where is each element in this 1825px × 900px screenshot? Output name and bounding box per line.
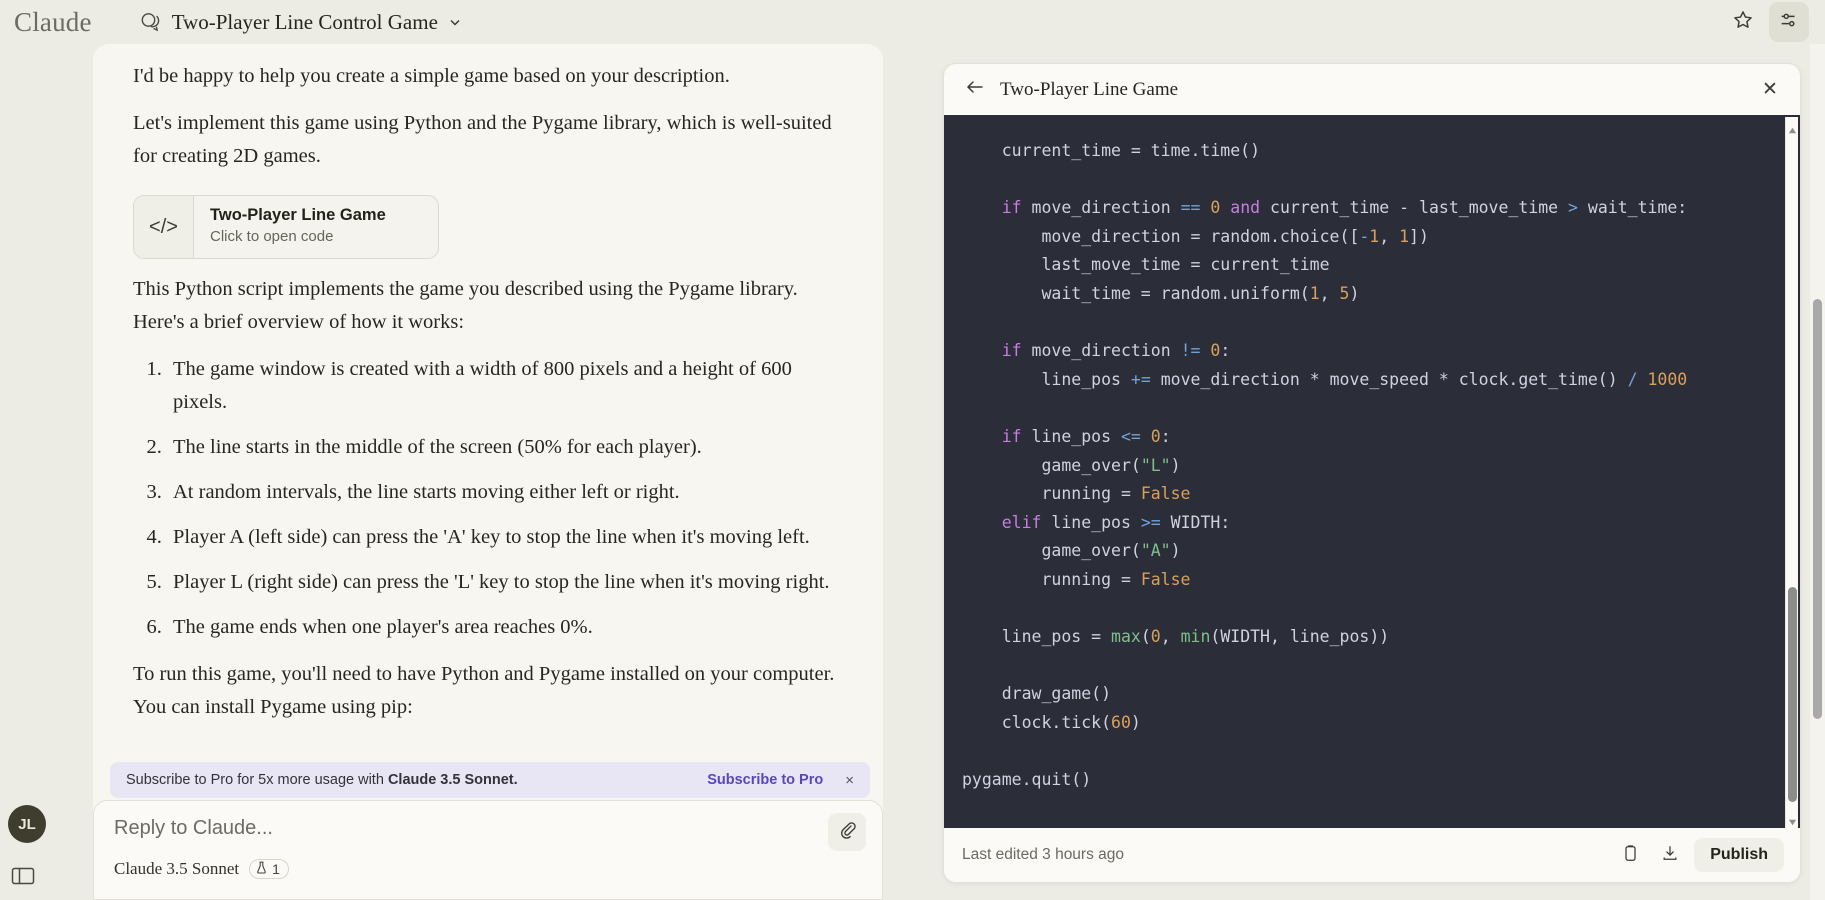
panel-toggle-icon[interactable] [10,864,36,888]
assistant-overview: This Python script implements the game y… [133,273,843,339]
artifact-panel-title: Two-Player Line Game [1000,79,1178,101]
page-scrollbar-thumb[interactable] [1813,299,1822,719]
star-button[interactable] [1723,2,1763,42]
status-badge[interactable]: 1 [249,859,289,879]
close-button[interactable]: ✕ [1758,78,1782,102]
download-icon [1661,844,1679,867]
artifact-card-text: Two-Player Line Game Click to open code [194,196,386,258]
code-content: current_time = time.time() if move_direc… [944,115,1801,817]
banner-text-bold: Claude 3.5 Sonnet. [388,772,518,788]
sliders-icon [1778,9,1800,36]
model-badge-count: 1 [272,861,280,877]
settings-button[interactable] [1769,2,1809,42]
overview-steps-list: The game window is created with a width … [167,353,843,644]
message-composer: Reply to Claude... Claude 3.5 Sonnet 1 [93,800,883,900]
list-item: At random intervals, the line starts mov… [167,476,843,509]
download-button[interactable] [1654,839,1686,871]
artifact-panel-header: Two-Player Line Game ✕ [944,64,1800,115]
code-scrollbar[interactable] [1785,117,1798,828]
brand-logo[interactable]: Claude [14,7,92,38]
list-item: Player L (right side) can press the 'L' … [167,566,843,599]
flask-icon [256,861,267,877]
artifact-panel-actions: Publish [1614,838,1784,872]
reply-input[interactable]: Reply to Claude... [114,817,273,840]
publish-button[interactable]: Publish [1694,838,1784,872]
chevron-down-icon [448,15,462,29]
arrow-left-icon [965,78,985,101]
arrow-up-icon[interactable] [1788,122,1797,131]
page-scrollbar[interactable] [1810,44,1825,900]
speech-bubbles-icon [140,12,162,32]
last-edited-text: Last edited 3 hours ago [962,846,1124,864]
copy-button[interactable] [1614,839,1646,871]
chat-title: Two-Player Line Control Game [172,10,438,35]
paperclip-icon [838,820,857,844]
chat-title-dropdown[interactable]: Two-Player Line Control Game [140,10,462,35]
clipboard-icon [1622,844,1639,867]
conversation-scroll: I'd be happy to help you create a simple… [93,44,883,804]
artifact-card-title: Two-Player Line Game [210,206,386,225]
model-name: Claude 3.5 Sonnet [114,859,239,879]
subscribe-to-pro-link[interactable]: Subscribe to Pro [707,772,823,788]
model-selector[interactable]: Claude 3.5 Sonnet 1 [114,859,289,879]
app-root: Claude Two-Player Line Control Game [0,0,1825,900]
list-item: The game window is created with a width … [167,353,843,419]
back-button[interactable] [962,77,988,103]
attach-file-button[interactable] [828,813,866,851]
code-scrollbar-thumb[interactable] [1788,587,1797,802]
avatar[interactable]: JL [8,805,46,843]
list-item: The game ends when one player's area rea… [167,611,843,644]
arrow-down-icon[interactable] [1788,814,1797,823]
banner-text-prefix: Subscribe to Pro for 5x more usage with [126,772,388,788]
artifact-card-subtitle: Click to open code [210,228,386,245]
artifact-card[interactable]: </> Two-Player Line Game Click to open c… [133,195,439,259]
close-icon: ✕ [1762,78,1778,101]
assistant-outro: To run this game, you'll need to have Py… [133,658,843,724]
artifact-panel: Two-Player Line Game ✕ current_time = ti… [943,63,1801,883]
top-bar-actions [1723,2,1809,42]
star-icon [1732,9,1754,36]
assistant-intro-faded: I'd be happy to help you create a simple… [133,60,843,93]
top-bar: Claude Two-Player Line Control Game [0,0,1825,44]
artifact-panel-footer: Last edited 3 hours ago [944,828,1801,882]
list-item: Player A (left side) can press the 'A' k… [167,521,843,554]
subscribe-banner-text: Subscribe to Pro for 5x more usage with … [126,772,518,788]
subscribe-banner: Subscribe to Pro for 5x more usage with … [110,762,870,798]
assistant-intro: Let's implement this game using Python a… [133,107,843,173]
code-brackets-icon: </> [134,196,194,258]
close-icon[interactable]: × [845,772,854,789]
code-viewer[interactable]: current_time = time.time() if move_direc… [944,115,1801,830]
list-item: The line starts in the middle of the scr… [167,431,843,464]
